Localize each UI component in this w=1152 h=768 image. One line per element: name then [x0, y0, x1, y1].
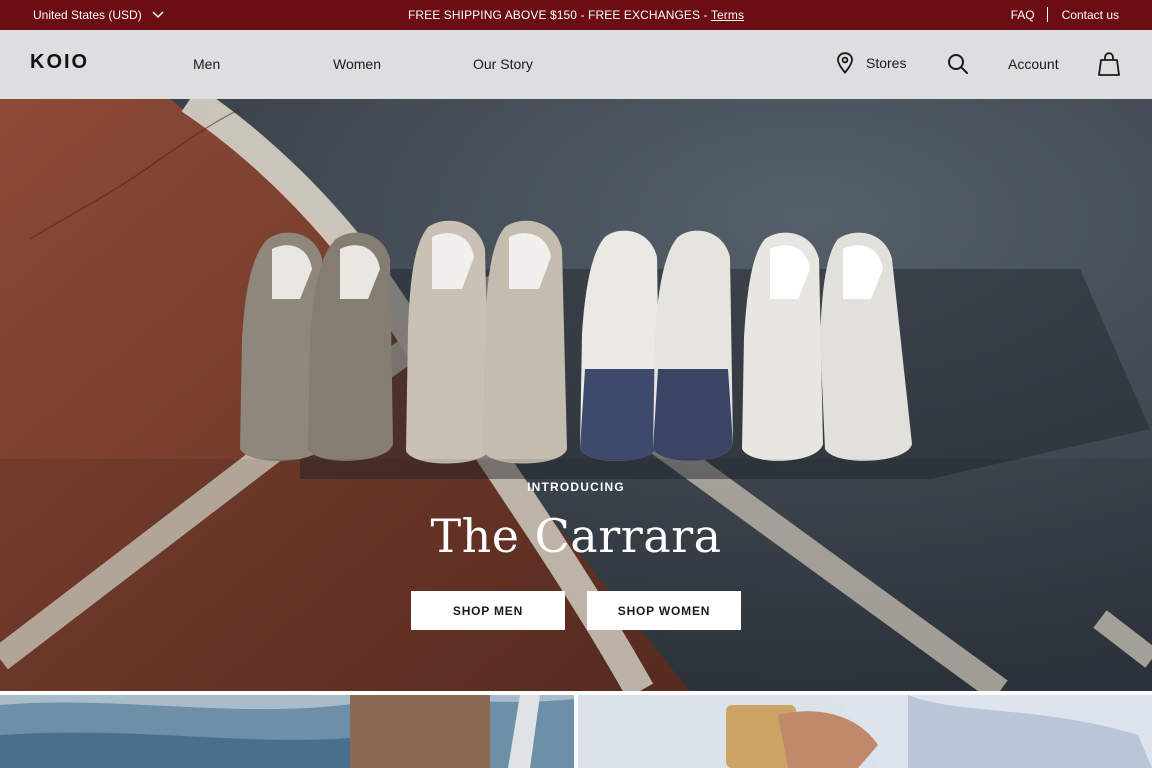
hero-copy: INTRODUCING The Carrara: [0, 480, 1152, 564]
contact-link[interactable]: Contact us: [1062, 8, 1119, 22]
shoe-pair-navy: [580, 230, 733, 461]
terms-link[interactable]: Terms: [711, 8, 744, 22]
nav-women[interactable]: Women: [333, 56, 381, 72]
brand-logo[interactable]: KOIO: [30, 51, 89, 74]
nav-our-story[interactable]: Our Story: [473, 56, 533, 72]
shoe-pair-taupe: [240, 232, 393, 461]
promo-text: FREE SHIPPING ABOVE $150 - FREE EXCHANGE…: [407, 8, 711, 22]
shop-men-button[interactable]: SHOP MEN: [411, 591, 565, 630]
hero-eyebrow: INTRODUCING: [527, 480, 625, 494]
utility-links: FAQ Contact us: [1011, 7, 1119, 22]
shoe-pair-white: [742, 232, 912, 461]
nav-men[interactable]: Men: [193, 56, 220, 72]
shop-women-button[interactable]: SHOP WOMEN: [587, 591, 741, 630]
promo-message: FREE SHIPPING ABOVE $150 - FREE EXCHANGE…: [0, 8, 1152, 22]
announcement-bar: United States (USD) FREE SHIPPING ABOVE …: [0, 0, 1152, 30]
stores-link[interactable]: Stores: [836, 52, 906, 74]
promo-tile-right[interactable]: [578, 695, 1152, 768]
stores-label: Stores: [866, 55, 907, 71]
promo-image-right: [578, 695, 1152, 768]
hero-image: [0, 99, 1152, 691]
divider: [1046, 7, 1048, 22]
map-pin-icon: [837, 52, 853, 74]
promo-tile-left[interactable]: [0, 695, 574, 768]
hero-banner: INTRODUCING The Carrara SHOP MEN SHOP WO…: [0, 99, 1152, 691]
account-link[interactable]: Account: [1008, 56, 1059, 72]
shopping-bag-icon[interactable]: [1098, 52, 1120, 76]
hero-title: The Carrara: [430, 509, 722, 563]
promo-image-left: [0, 695, 574, 768]
site-header: KOIO Men Women Our Story Stores Account: [0, 30, 1152, 99]
faq-link[interactable]: FAQ: [1011, 8, 1035, 22]
search-icon[interactable]: [947, 53, 969, 75]
